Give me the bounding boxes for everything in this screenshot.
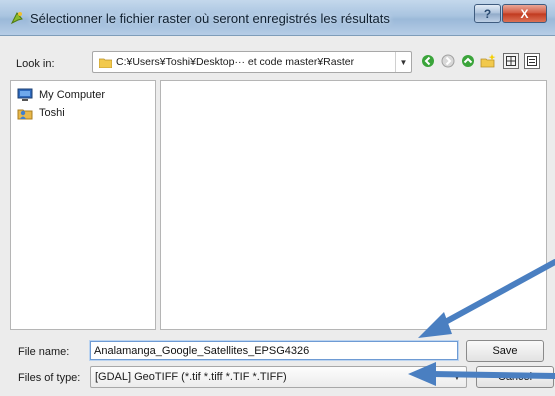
sidebar-item-label: Toshi — [39, 107, 65, 119]
file-list[interactable] — [160, 80, 547, 330]
file-dialog: Look in: C:¥Users¥Toshi¥Desktop··· et co… — [0, 36, 555, 396]
forward-icon[interactable] — [440, 53, 456, 69]
files-of-type-label: Files of type: — [18, 372, 81, 384]
detail-view-icon[interactable] — [524, 53, 540, 69]
folder-icon — [99, 58, 112, 68]
sidebar-item-toshi[interactable]: Toshi — [17, 105, 65, 121]
qgis-app-icon — [10, 12, 23, 25]
look-in-path: C:¥Users¥Toshi¥Desktop··· et code master… — [116, 56, 355, 68]
look-in-label: Look in: — [16, 58, 55, 70]
close-button[interactable]: X — [502, 4, 547, 23]
list-view-icon[interactable] — [503, 53, 519, 69]
title-bar: Sélectionner le fichier raster où seront… — [0, 0, 555, 36]
back-icon[interactable] — [420, 53, 436, 69]
file-name-label: File name: — [18, 346, 70, 358]
sidebar-item-label: My Computer — [39, 89, 106, 101]
help-button[interactable]: ? — [474, 4, 501, 23]
save-button[interactable]: Save — [466, 340, 544, 362]
places-sidebar: My Computer Toshi — [10, 80, 156, 330]
chevron-down-icon[interactable]: ▼ — [395, 52, 411, 72]
parent-folder-icon[interactable] — [460, 53, 476, 69]
chevron-down-icon[interactable]: ▼ — [448, 373, 466, 382]
cancel-button[interactable]: Cancel — [476, 366, 554, 388]
files-of-type-value: [GDAL] GeoTIFF (*.tif *.tiff *.TIF *.TIF… — [95, 371, 287, 383]
computer-icon — [17, 87, 33, 103]
file-name-field[interactable] — [90, 341, 458, 360]
look-in-combo[interactable]: C:¥Users¥Toshi¥Desktop··· et code master… — [92, 51, 412, 73]
window-title: Sélectionner le fichier raster où seront… — [30, 11, 390, 26]
new-folder-icon[interactable] — [480, 53, 496, 69]
sidebar-item-my-computer[interactable]: My Computer — [17, 87, 105, 103]
user-folder-icon — [17, 105, 33, 121]
files-of-type-combo[interactable]: [GDAL] GeoTIFF (*.tif *.tiff *.TIF *.TIF… — [90, 366, 467, 388]
